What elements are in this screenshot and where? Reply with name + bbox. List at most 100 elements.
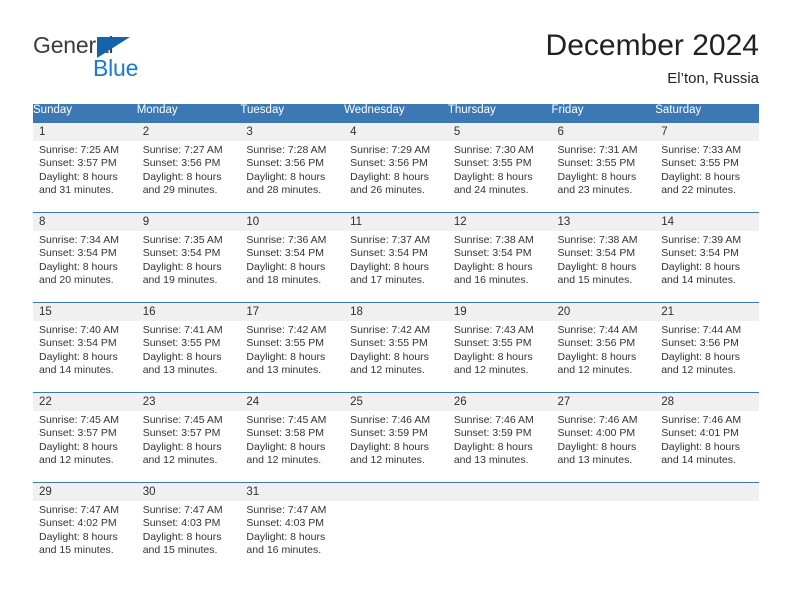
daylight-text-line1: Daylight: 8 hours xyxy=(557,440,637,453)
sunset-text: Sunset: 3:54 PM xyxy=(39,247,117,260)
calendar-day-cell[interactable]: 27 Sunrise: 7:46 AM Sunset: 4:00 PM Dayligh… xyxy=(551,392,656,482)
sunrise-text: Sunrise: 7:41 AM xyxy=(142,323,223,336)
calendar-day-cell[interactable]: 24 Sunrise: 7:45 AM Sunset: 3:58 PM Dayligh… xyxy=(240,392,345,482)
daylight-text-line1: Daylight: 8 hours xyxy=(661,170,741,183)
sunrise-text: Sunrise: 7:47 AM xyxy=(142,503,223,516)
calendar-week-row: 8 Sunrise: 7:34 AM Sunset: 3:54 PM Daylight… xyxy=(33,212,759,302)
day-number: 10 xyxy=(240,212,345,231)
day-number: 28 xyxy=(655,392,759,411)
sunrise-text: Sunrise: 7:29 AM xyxy=(350,143,431,156)
day-number xyxy=(655,482,759,501)
sunset-text: Sunset: 3:55 PM xyxy=(246,337,325,350)
daylight-text-line1: Daylight: 8 hours xyxy=(453,170,533,183)
daylight-text-line1: Daylight: 8 hours xyxy=(350,440,429,453)
calendar-day-cell[interactable]: 21 Sunrise: 7:44 AM Sunset: 3:56 PM Dayligh… xyxy=(655,302,759,392)
day-number: 27 xyxy=(551,392,656,411)
calendar-day-cell[interactable]: 31 Sunrise: 7:47 AM Sunset: 4:03 PM Dayligh… xyxy=(240,482,345,572)
day-number: 20 xyxy=(551,302,656,321)
sunrise-text: Sunrise: 7:37 AM xyxy=(350,233,431,246)
daylight-text-line2: and 12 minutes. xyxy=(142,454,218,467)
calendar-day-cell[interactable]: 3 Sunrise: 7:28 AM Sunset: 3:56 PM Daylight… xyxy=(240,122,345,212)
calendar-day-cell[interactable]: 1 Sunrise: 7:25 AM Sunset: 3:57 PM Daylight… xyxy=(33,122,137,212)
calendar-day-cell[interactable]: 23 Sunrise: 7:45 AM Sunset: 3:57 PM Dayligh… xyxy=(136,392,241,482)
calendar-day-cell[interactable]: 8 Sunrise: 7:34 AM Sunset: 3:54 PM Daylight… xyxy=(33,212,137,302)
calendar-day-cell[interactable]: 18 Sunrise: 7:42 AM Sunset: 3:55 PM Dayligh… xyxy=(344,302,448,392)
sunset-text: Sunset: 3:56 PM xyxy=(350,157,428,170)
day-number: 17 xyxy=(240,302,345,321)
sunrise-text: Sunrise: 7:28 AM xyxy=(246,143,327,156)
sunset-text: Sunset: 3:55 PM xyxy=(661,157,739,170)
general-blue-logo[interactable]: General Blue xyxy=(33,32,243,88)
sunrise-text: Sunrise: 7:44 AM xyxy=(557,323,638,336)
sunrise-text: Sunrise: 7:36 AM xyxy=(246,233,327,246)
sunrise-text: Sunrise: 7:47 AM xyxy=(246,503,327,516)
day-number: 12 xyxy=(447,212,552,231)
calendar-day-cell[interactable]: 9 Sunrise: 7:35 AM Sunset: 3:54 PM Daylight… xyxy=(136,212,241,302)
calendar-week-row: 29 Sunrise: 7:47 AM Sunset: 4:02 PM Dayligh… xyxy=(33,482,759,572)
calendar-day-cell[interactable]: 11 Sunrise: 7:37 AM Sunset: 3:54 PM Dayligh… xyxy=(344,212,448,302)
calendar-day-cell[interactable]: 5 Sunrise: 7:30 AM Sunset: 3:55 PM Daylight… xyxy=(447,122,552,212)
calendar-day-cell[interactable]: 15 Sunrise: 7:40 AM Sunset: 3:54 PM Dayligh… xyxy=(33,302,137,392)
calendar-day-cell[interactable]: 30 Sunrise: 7:47 AM Sunset: 4:03 PM Dayligh… xyxy=(136,482,241,572)
day-details: Sunrise: 7:41 AM Sunset: 3:55 PM Daylight:… xyxy=(137,321,241,378)
day-number: 29 xyxy=(33,482,137,501)
calendar-day-cell-empty xyxy=(447,482,552,572)
calendar-day-cell[interactable]: 6 Sunrise: 7:31 AM Sunset: 3:55 PM Daylight… xyxy=(551,122,656,212)
daylight-text-line2: and 12 minutes. xyxy=(661,364,736,377)
calendar-week-row: 1 Sunrise: 7:25 AM Sunset: 3:57 PM Daylight… xyxy=(33,122,759,212)
calendar-day-cell[interactable]: 19 Sunrise: 7:43 AM Sunset: 3:55 PM Dayligh… xyxy=(447,302,552,392)
calendar-day-cell[interactable]: 13 Sunrise: 7:38 AM Sunset: 3:54 PM Dayligh… xyxy=(551,212,656,302)
sunrise-text: Sunrise: 7:43 AM xyxy=(453,323,534,336)
sunset-text: Sunset: 3:59 PM xyxy=(350,427,428,440)
sunset-text: Sunset: 3:58 PM xyxy=(246,427,325,440)
calendar-day-cell[interactable]: 14 Sunrise: 7:39 AM Sunset: 3:54 PM Dayligh… xyxy=(655,212,759,302)
day-details: Sunrise: 7:38 AM Sunset: 3:54 PM Daylight:… xyxy=(552,231,656,288)
daylight-text-line1: Daylight: 8 hours xyxy=(453,440,533,453)
day-number: 24 xyxy=(240,392,345,411)
sunrise-text: Sunrise: 7:34 AM xyxy=(39,233,119,246)
calendar-day-cell[interactable]: 20 Sunrise: 7:44 AM Sunset: 3:56 PM Dayligh… xyxy=(551,302,656,392)
sunset-text: Sunset: 4:02 PM xyxy=(39,517,117,530)
calendar-day-cell[interactable]: 16 Sunrise: 7:41 AM Sunset: 3:55 PM Dayligh… xyxy=(136,302,241,392)
calendar-day-cell[interactable]: 29 Sunrise: 7:47 AM Sunset: 4:02 PM Dayligh… xyxy=(33,482,137,572)
day-number: 23 xyxy=(136,392,241,411)
calendar-day-cell[interactable]: 22 Sunrise: 7:45 AM Sunset: 3:57 PM Dayligh… xyxy=(33,392,137,482)
calendar-day-cell[interactable]: 7 Sunrise: 7:33 AM Sunset: 3:55 PM Daylight… xyxy=(655,122,759,212)
sunset-text: Sunset: 3:59 PM xyxy=(453,427,532,440)
daylight-text-line2: and 16 minutes. xyxy=(453,274,529,287)
daylight-text-line2: and 12 minutes. xyxy=(39,454,114,467)
day-details: Sunrise: 7:44 AM Sunset: 3:56 PM Daylight:… xyxy=(552,321,656,378)
sunset-text: Sunset: 4:01 PM xyxy=(661,427,739,440)
calendar-day-cell[interactable]: 10 Sunrise: 7:36 AM Sunset: 3:54 PM Dayligh… xyxy=(240,212,345,302)
daylight-text-line2: and 13 minutes. xyxy=(246,364,322,377)
daylight-text-line1: Daylight: 8 hours xyxy=(350,350,429,363)
day-details: Sunrise: 7:39 AM Sunset: 3:54 PM Daylight:… xyxy=(655,231,759,288)
sunset-text: Sunset: 3:56 PM xyxy=(142,157,221,170)
daylight-text-line2: and 17 minutes. xyxy=(350,274,425,287)
calendar-day-cell[interactable]: 26 Sunrise: 7:46 AM Sunset: 3:59 PM Dayligh… xyxy=(447,392,552,482)
daylight-text-line2: and 22 minutes. xyxy=(661,184,736,197)
day-number: 11 xyxy=(344,212,448,231)
sunrise-text: Sunrise: 7:42 AM xyxy=(350,323,431,336)
day-number: 22 xyxy=(33,392,137,411)
sunset-text: Sunset: 3:55 PM xyxy=(142,337,221,350)
daylight-text-line1: Daylight: 8 hours xyxy=(142,530,222,543)
day-details: Sunrise: 7:30 AM Sunset: 3:55 PM Daylight:… xyxy=(448,141,552,198)
sunrise-text: Sunrise: 7:39 AM xyxy=(661,233,742,246)
day-number: 21 xyxy=(655,302,759,321)
calendar-day-cell[interactable]: 28 Sunrise: 7:46 AM Sunset: 4:01 PM Dayligh… xyxy=(655,392,759,482)
calendar-day-cell-empty xyxy=(655,482,759,572)
calendar-header-row: Sunday Monday Tuesday Wednesday Thursday… xyxy=(33,104,759,122)
weekday-header-friday: Friday xyxy=(551,104,656,122)
calendar-day-cell[interactable]: 17 Sunrise: 7:42 AM Sunset: 3:55 PM Dayligh… xyxy=(240,302,345,392)
daylight-text-line1: Daylight: 8 hours xyxy=(39,440,118,453)
calendar-day-cell[interactable]: 25 Sunrise: 7:46 AM Sunset: 3:59 PM Dayligh… xyxy=(344,392,448,482)
calendar-day-cell[interactable]: 4 Sunrise: 7:29 AM Sunset: 3:56 PM Daylight… xyxy=(344,122,448,212)
sunset-text: Sunset: 3:55 PM xyxy=(557,157,636,170)
location-subtitle: El’ton, Russia xyxy=(667,70,759,87)
calendar-day-cell[interactable]: 2 Sunrise: 7:27 AM Sunset: 3:56 PM Daylight… xyxy=(136,122,241,212)
calendar-day-cell[interactable]: 12 Sunrise: 7:38 AM Sunset: 3:54 PM Dayligh… xyxy=(447,212,552,302)
sunset-text: Sunset: 3:54 PM xyxy=(246,247,325,260)
day-details: Sunrise: 7:47 AM Sunset: 4:03 PM Daylight:… xyxy=(137,501,241,558)
calendar-day-cell-empty xyxy=(551,482,656,572)
